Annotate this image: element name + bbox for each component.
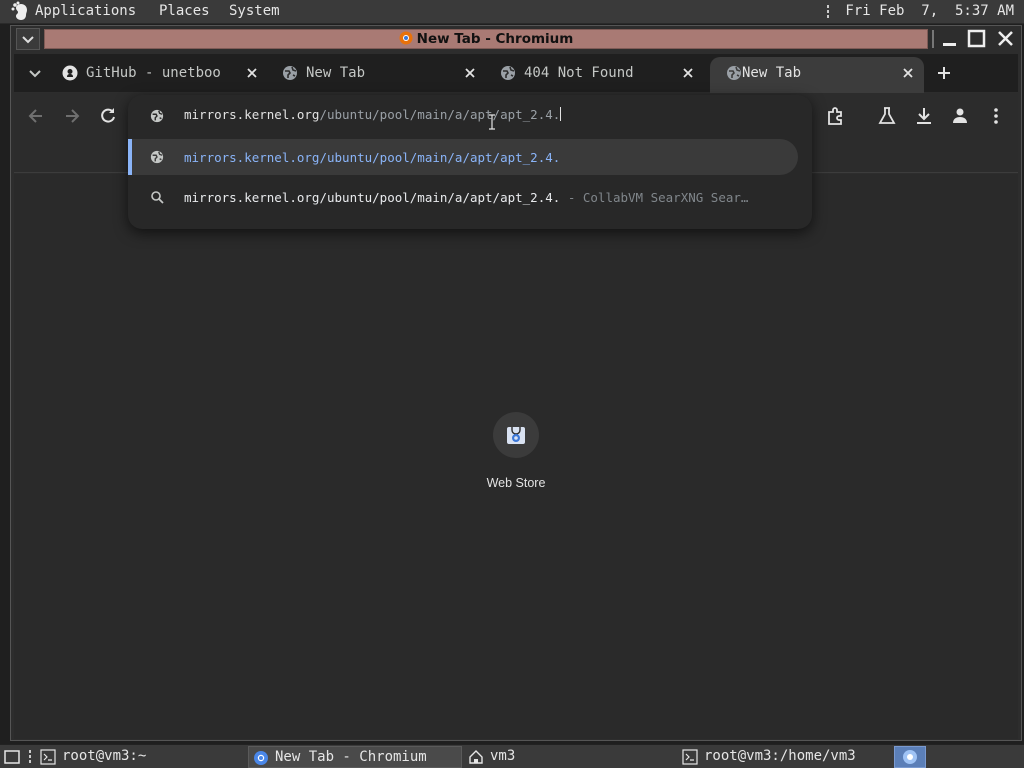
- tab-label: New Tab: [306, 65, 366, 81]
- taskbar-label: root@vm3:/home/vm3: [704, 748, 856, 764]
- tab-github[interactable]: GitHub - unetboo: [46, 57, 264, 89]
- github-icon: [62, 65, 78, 81]
- window-title-text: New Tab - Chromium: [416, 31, 574, 47]
- close-window-button[interactable]: [996, 29, 1016, 49]
- address-bar-input[interactable]: mirrors.kernel.org/ubuntu/pool/main/a/ap…: [184, 107, 784, 127]
- address-autocomplete-text: /ubuntu/pool/main/a/apt/apt_2.4.: [319, 107, 561, 122]
- labs-flask-icon[interactable]: [877, 106, 897, 126]
- tab-close-icon[interactable]: [680, 65, 696, 81]
- terminal-icon: [40, 749, 56, 765]
- home-folder-icon: [468, 749, 484, 765]
- chromium-icon: [253, 750, 269, 766]
- taskbar-item-home-folder[interactable]: vm3: [464, 746, 674, 768]
- globe-icon: [282, 65, 298, 81]
- forward-button[interactable]: [62, 106, 82, 126]
- tab-new-tab-active[interactable]: New Tab: [710, 57, 924, 93]
- tab-label: GitHub - unetboo: [86, 65, 221, 81]
- tab-404-not-found[interactable]: 404 Not Found: [484, 57, 706, 89]
- extensions-icon[interactable]: [825, 106, 845, 126]
- tab-label: 404 Not Found: [524, 65, 634, 81]
- globe-icon: [150, 150, 164, 164]
- suggestion-text: mirrors.kernel.org/ubuntu/pool/main/a/ap…: [184, 150, 561, 165]
- taskbar-item-chromium[interactable]: New Tab - Chromium: [248, 746, 462, 768]
- maximize-button[interactable]: [967, 29, 987, 49]
- chromium-icon: [399, 31, 413, 45]
- more-menu-icon[interactable]: [986, 106, 1006, 126]
- taskbar-label: vm3: [490, 748, 516, 764]
- minimize-button[interactable]: [940, 30, 960, 48]
- taskbar-item-terminal-vm3[interactable]: root@vm3:/home/vm3: [678, 746, 890, 768]
- panel-separator-icon: [826, 4, 830, 20]
- taskbar-label: New Tab - Chromium: [275, 749, 427, 765]
- tab-close-icon[interactable]: [462, 65, 478, 81]
- menu-applications[interactable]: Applications: [35, 3, 136, 19]
- omnibox-suggestion[interactable]: mirrors.kernel.org/ubuntu/pool/main/a/ap…: [128, 179, 798, 215]
- downloads-icon[interactable]: [914, 106, 934, 126]
- new-tab-button[interactable]: [935, 64, 953, 82]
- menu-places[interactable]: Places: [159, 3, 210, 19]
- ibeam-cursor-icon: [488, 114, 496, 130]
- address-typed-text: mirrors.kernel.org: [184, 107, 320, 122]
- profile-icon[interactable]: [950, 106, 970, 126]
- globe-icon: [500, 65, 516, 81]
- web-store-icon: [505, 424, 527, 446]
- window-titlebar[interactable]: New Tab - Chromium: [44, 29, 928, 49]
- back-button[interactable]: [26, 106, 46, 126]
- workspace-switcher[interactable]: [894, 746, 926, 768]
- gnome-foot-icon[interactable]: [10, 1, 32, 23]
- globe-icon: [726, 65, 742, 81]
- globe-icon: [150, 109, 164, 123]
- shortcut-label: Web Store: [486, 476, 546, 490]
- tab-new-tab-1[interactable]: New Tab: [266, 57, 484, 89]
- tab-search-button[interactable]: [26, 64, 44, 82]
- tab-close-icon[interactable]: [900, 65, 916, 81]
- omnibox-suggestion[interactable]: mirrors.kernel.org/ubuntu/pool/main/a/ap…: [128, 139, 798, 175]
- taskbar-label: root@vm3:~: [62, 748, 147, 764]
- shortcut-web-store[interactable]: Web Store: [480, 412, 552, 502]
- show-desktop-icon[interactable]: [2, 747, 22, 767]
- tab-close-icon[interactable]: [244, 65, 260, 81]
- terminal-icon: [682, 749, 698, 765]
- tab-label: New Tab: [742, 65, 802, 81]
- window-menu-button[interactable]: [16, 28, 40, 50]
- taskbar-handle-icon: [28, 749, 32, 765]
- panel-clock[interactable]: Fri Feb 7, 5:37 AM: [845, 3, 1014, 19]
- window-title: New Tab - Chromium: [45, 31, 927, 47]
- search-icon: [150, 190, 164, 204]
- taskbar-item-terminal-home[interactable]: root@vm3:~: [36, 746, 242, 768]
- top-panel: Applications Places System Fri Feb 7, 5:…: [0, 0, 1024, 24]
- titlebar-divider: [932, 30, 934, 48]
- reload-button[interactable]: [98, 106, 118, 126]
- text-cursor: [560, 107, 562, 121]
- menu-system[interactable]: System: [229, 3, 280, 19]
- omnibox-dropdown: mirrors.kernel.org/ubuntu/pool/main/a/ap…: [128, 95, 812, 229]
- suggestion-text: mirrors.kernel.org/ubuntu/pool/main/a/ap…: [184, 190, 561, 205]
- shortcut-icon-circle: [493, 412, 539, 458]
- suggestion-description: - CollabVM SearXNG Sear…: [560, 190, 749, 205]
- bottom-taskbar: root@vm3:~ New Tab - Chromium vm3 root@v…: [0, 744, 1024, 768]
